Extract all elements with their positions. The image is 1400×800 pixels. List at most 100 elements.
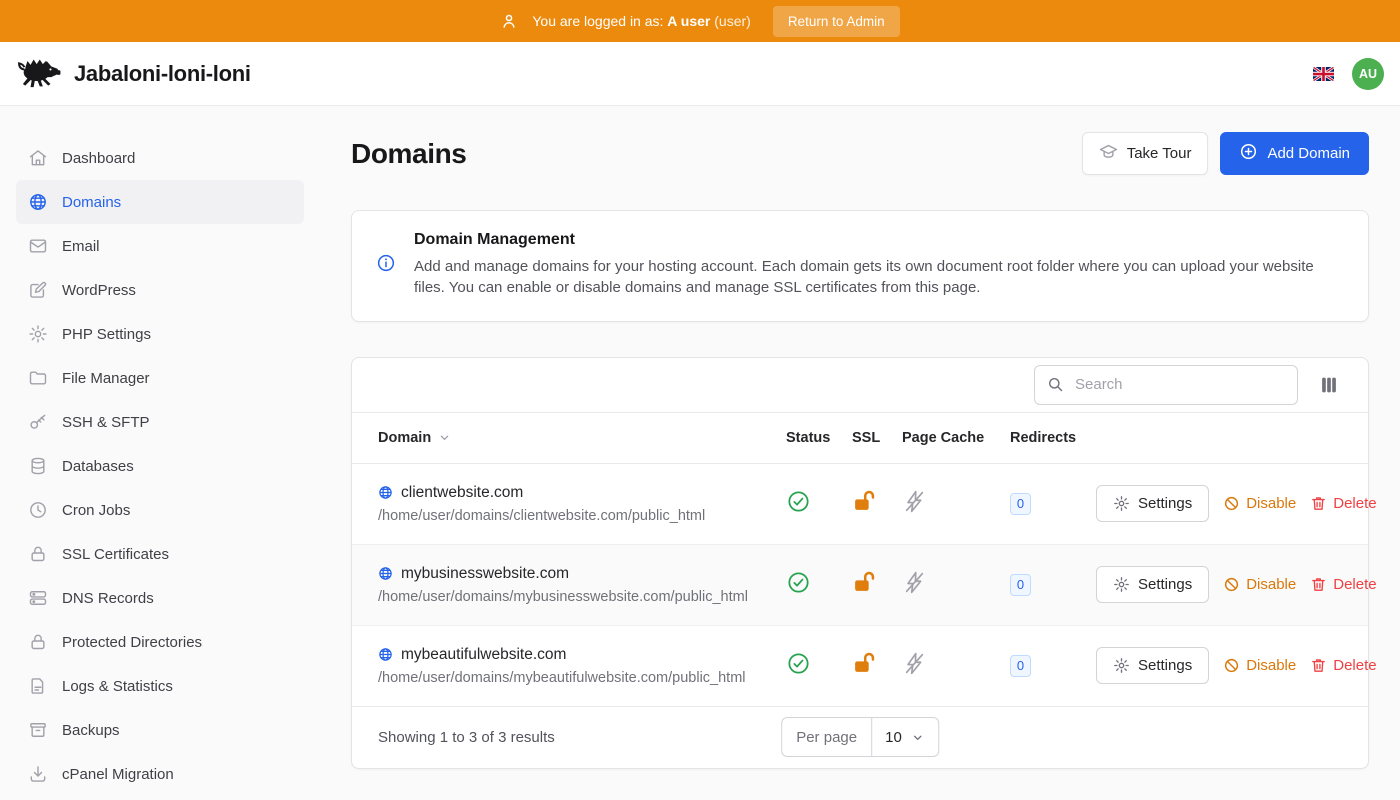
sidebar-item-logs-statistics[interactable]: Logs & Statistics <box>16 664 304 708</box>
sidebar-item-dns-records[interactable]: DNS Records <box>16 576 304 620</box>
database-icon <box>28 456 48 476</box>
per-page-value: 10 <box>885 729 902 746</box>
archive-icon <box>28 720 48 740</box>
main-content: Domains Take Tour Add Domain <box>320 106 1400 800</box>
page-cache-disabled-icon[interactable] <box>902 651 927 676</box>
brand[interactable]: Jabaloni-loni-loni <box>16 53 251 94</box>
sidebar-item-label: SSH & SFTP <box>62 414 150 431</box>
ssl-unlocked-icon[interactable] <box>852 570 877 595</box>
chevron-down-icon[interactable] <box>437 430 452 445</box>
lock-icon <box>28 632 48 652</box>
domain-name[interactable]: mybusinesswebsite.com <box>401 565 569 583</box>
page-title: Domains <box>351 138 466 170</box>
domain-path: /home/user/domains/clientwebsite.com/pub… <box>378 508 786 524</box>
sidebar-item-ssh-sftp[interactable]: SSH & SFTP <box>16 400 304 444</box>
sidebar-item-cpanel-migration[interactable]: cPanel Migration <box>16 752 304 796</box>
search-box <box>1034 365 1298 405</box>
settings-button[interactable]: Settings <box>1096 485 1209 522</box>
per-page-label: Per page <box>782 718 872 756</box>
ssl-unlocked-icon[interactable] <box>852 651 877 676</box>
sidebar-item-label: SSL Certificates <box>62 546 169 563</box>
delete-link[interactable]: Delete <box>1310 576 1376 593</box>
return-to-admin-button[interactable]: Return to Admin <box>773 6 900 37</box>
column-settings-icon[interactable] <box>1316 372 1342 398</box>
app-header: Jabaloni-loni-loni AU <box>0 42 1400 106</box>
banner-role: (user) <box>714 13 751 29</box>
sidebar-item-backups[interactable]: Backups <box>16 708 304 752</box>
domain-name[interactable]: mybeautifulwebsite.com <box>401 646 566 664</box>
sidebar-item-file-manager[interactable]: File Manager <box>16 356 304 400</box>
page-cache-disabled-icon[interactable] <box>902 570 927 595</box>
disable-link[interactable]: Disable <box>1223 495 1296 512</box>
sidebar-item-email[interactable]: Email <box>16 224 304 268</box>
sidebar: Dashboard Domains Email WordPress PHP Se… <box>0 106 320 800</box>
sidebar-item-label: PHP Settings <box>62 326 151 343</box>
sidebar-item-label: Databases <box>62 458 134 475</box>
delete-link[interactable]: Delete <box>1310 657 1376 674</box>
domain-management-info-card: Domain Management Add and manage domains… <box>351 210 1369 322</box>
sidebar-item-label: Logs & Statistics <box>62 678 173 695</box>
per-page-select[interactable]: 10 <box>872 718 938 756</box>
globe-icon <box>378 485 393 500</box>
domain-path: /home/user/domains/mybeautifulwebsite.co… <box>378 670 786 686</box>
chevron-down-icon <box>910 730 925 745</box>
globe-icon <box>378 647 393 662</box>
banner-username: A user <box>667 13 710 29</box>
column-header-status: Status <box>786 430 852 446</box>
language-flag-uk-icon[interactable] <box>1313 67 1334 81</box>
sidebar-item-php-settings[interactable]: PHP Settings <box>16 312 304 356</box>
home-icon <box>28 148 48 168</box>
status-enabled-icon <box>786 489 811 514</box>
table-toolbar <box>352 358 1368 412</box>
info-icon <box>376 253 414 299</box>
impersonation-banner: You are logged in as: A user (user) Retu… <box>0 0 1400 42</box>
results-summary: Showing 1 to 3 of 3 results <box>378 729 555 746</box>
sidebar-item-ssl-certificates[interactable]: SSL Certificates <box>16 532 304 576</box>
take-tour-button[interactable]: Take Tour <box>1082 132 1209 175</box>
sidebar-item-cron-jobs[interactable]: Cron Jobs <box>16 488 304 532</box>
sidebar-item-label: Cron Jobs <box>62 502 130 519</box>
domain-name[interactable]: clientwebsite.com <box>401 484 523 502</box>
user-icon <box>500 12 518 30</box>
sidebar-item-label: File Manager <box>62 370 150 387</box>
gear-icon <box>1113 576 1130 593</box>
redirects-count-badge: 0 <box>1010 655 1031 677</box>
gear-icon <box>28 324 48 344</box>
sidebar-item-protected-directories[interactable]: Protected Directories <box>16 620 304 664</box>
gear-icon <box>1113 657 1130 674</box>
key-icon <box>28 412 48 432</box>
brand-title: Jabaloni-loni-loni <box>74 61 251 87</box>
table-header-row: Domain Status SSL Page Cache Redirects <box>352 412 1368 464</box>
sidebar-item-domains[interactable]: Domains <box>16 180 304 224</box>
settings-button[interactable]: Settings <box>1096 566 1209 603</box>
ban-icon <box>1223 576 1240 593</box>
page-cache-disabled-icon[interactable] <box>902 489 927 514</box>
disable-link[interactable]: Disable <box>1223 657 1296 674</box>
disable-link[interactable]: Disable <box>1223 576 1296 593</box>
status-enabled-icon <box>786 570 811 595</box>
sidebar-item-databases[interactable]: Databases <box>16 444 304 488</box>
graduation-cap-icon <box>1099 142 1118 165</box>
settings-button[interactable]: Settings <box>1096 647 1209 684</box>
domain-path: /home/user/domains/mybusinesswebsite.com… <box>378 589 786 605</box>
add-domain-button[interactable]: Add Domain <box>1220 132 1369 175</box>
banner-text: You are logged in as: A user (user) <box>532 13 750 29</box>
sidebar-item-dashboard[interactable]: Dashboard <box>16 136 304 180</box>
folder-icon <box>28 368 48 388</box>
ssl-unlocked-icon[interactable] <box>852 489 877 514</box>
clock-icon <box>28 500 48 520</box>
delete-link[interactable]: Delete <box>1310 495 1376 512</box>
user-avatar[interactable]: AU <box>1352 58 1384 90</box>
table-body: clientwebsite.com /home/user/domains/cli… <box>352 464 1368 707</box>
column-header-redirects: Redirects <box>1010 430 1096 446</box>
table-row: mybusinesswebsite.com /home/user/domains… <box>352 545 1368 626</box>
sidebar-item-label: WordPress <box>62 282 136 299</box>
column-header-domain: Domain <box>378 430 786 446</box>
trash-icon <box>1310 495 1327 512</box>
redirects-count-badge: 0 <box>1010 574 1031 596</box>
redirects-count-badge: 0 <box>1010 493 1031 515</box>
document-icon <box>28 676 48 696</box>
banner-message-prefix: You are logged in as: <box>532 13 663 29</box>
search-input[interactable] <box>1034 365 1298 405</box>
sidebar-item-wordpress[interactable]: WordPress <box>16 268 304 312</box>
